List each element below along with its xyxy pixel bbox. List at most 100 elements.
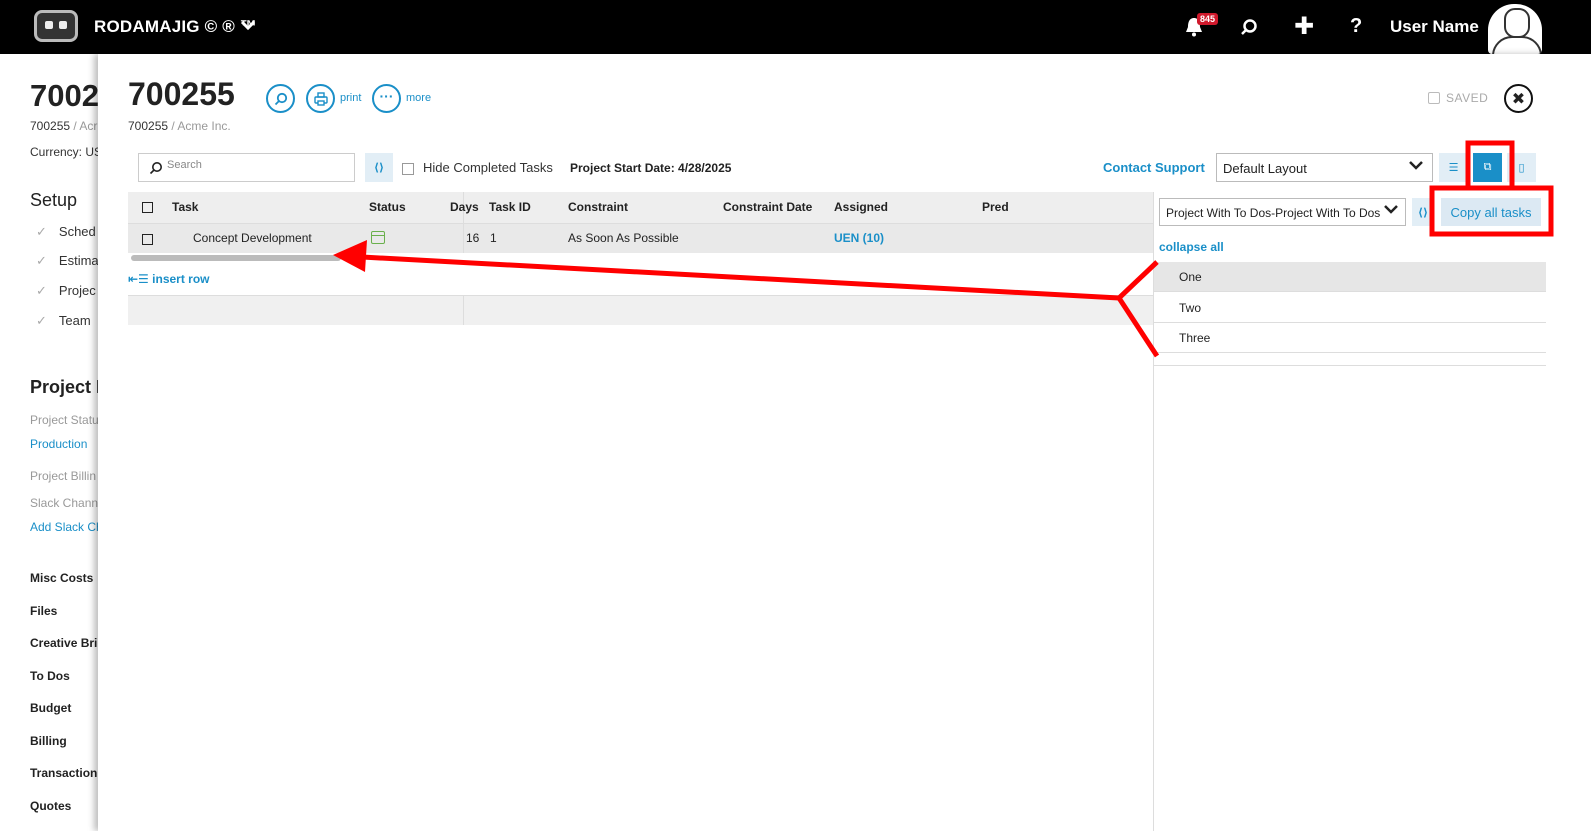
help-icon[interactable]: ? [1350,15,1362,38]
bg-project-billing-label: Project Billin [30,469,97,483]
top-bar: RODAMAJIG © ® ™ 845 ✚ ? User Name [0,0,1591,54]
refresh-icon: ⟨⟩ [1417,206,1429,219]
column-divider [463,296,464,325]
task-id: 1 [490,231,497,245]
hide-completed-label[interactable]: Hide Completed Tasks [423,160,553,175]
row-checkbox[interactable] [142,234,153,245]
project-start-date: Project Start Date: 4/28/2025 [570,161,732,175]
bg-setup-heading: Setup [30,190,78,210]
bg-nav-item[interactable]: Budget [30,701,71,715]
bg-setup-item[interactable]: ✓ Projec [36,283,96,299]
search-button[interactable] [266,84,295,113]
collapse-all-link[interactable]: collapse all [1159,240,1224,254]
bg-setup-item[interactable]: ✓ Sched [36,224,96,240]
bg-currency: Currency: US [30,145,103,159]
copy-tasks-panel: Project With To Dos-Project With To Dos … [1153,192,1546,831]
refresh-icon: ⟨⟩ [373,162,385,174]
column-header-status[interactable]: Status [369,200,406,214]
bg-page-title: 7002 [30,78,99,113]
table-header: Task Status Days Task ID Constraint Cons… [128,192,1158,223]
bg-project-status-value[interactable]: Production [30,437,87,451]
print-label[interactable]: print [340,92,361,104]
check-icon: ✓ [36,283,47,298]
app-logo-icon[interactable] [34,10,78,42]
template-select[interactable]: Project With To Dos-Project With To Dos [1159,198,1406,226]
bg-nav-item[interactable]: Creative Bri [30,636,97,650]
app-name[interactable]: RODAMAJIG © ® ™ [94,17,257,37]
hide-completed-checkbox[interactable] [402,163,414,175]
search-field[interactable] [138,153,355,182]
chevron-down-icon [1408,158,1424,174]
bg-nav-item[interactable]: Quotes [30,799,71,813]
calendar-icon[interactable] [371,231,385,244]
task-constraint[interactable]: As Soon As Possible [568,231,679,245]
column-header-task[interactable]: Task [172,200,198,214]
todo-item[interactable]: Two [1154,293,1546,323]
check-icon: ✓ [36,224,47,239]
more-button[interactable]: ··· [372,84,401,113]
horizontal-scrollbar[interactable] [131,255,341,261]
page-subtitle: 700255 / Acme Inc. [128,119,231,133]
table-footer [128,295,1158,325]
bg-nav-item[interactable]: Billing [30,734,67,748]
close-icon: ✖ [1511,90,1526,108]
avatar[interactable] [1488,4,1542,54]
layout-select[interactable]: Default Layout [1216,153,1433,182]
copy-tasks-toggle-button[interactable]: ⧉ [1473,153,1502,182]
bg-nav-item[interactable]: To Dos [30,669,70,683]
bg-slack-label: Slack Channe [30,496,105,510]
side-panel-toggle-button[interactable]: ▯ [1507,153,1536,182]
indent-icon: ☰ [1448,162,1459,174]
column-header-task-id[interactable]: Task ID [489,200,531,214]
bg-nav-item[interactable]: Files [30,604,57,618]
template-refresh-button[interactable]: ⟨⟩ [1412,198,1434,226]
close-button[interactable]: ✖ [1504,84,1533,113]
user-name[interactable]: User Name [1390,17,1479,37]
bg-nav-item[interactable]: Misc Costs [30,571,93,585]
column-header-constraint[interactable]: Constraint [568,200,628,214]
todo-list-end [1154,354,1546,366]
schedule-panel: 700255 700255 / Acme Inc. print ··· more… [98,54,1591,831]
contact-support-link[interactable]: Contact Support [1103,160,1205,175]
column-header-constraint-date[interactable]: Constraint Date [723,200,812,214]
notification-badge: 845 [1197,13,1219,25]
copy-icon: ⧉ [1483,161,1492,173]
bg-setup-item[interactable]: ✓ Team [36,313,91,329]
printer-icon [313,91,328,106]
todo-item[interactable]: Three [1154,323,1546,353]
bg-add-slack-link[interactable]: Add Slack Ch [30,520,103,534]
side-panel-icon: ▯ [1518,162,1525,174]
page-title: 700255 [128,76,235,112]
indent-button[interactable]: ☰ [1439,153,1468,182]
chevron-down-icon[interactable] [240,18,256,34]
save-icon [1428,92,1440,104]
column-header-assigned[interactable]: Assigned [834,200,888,214]
search-icon [149,162,162,175]
todo-item[interactable]: One [1154,262,1546,292]
task-assigned[interactable]: UEN (10) [834,231,884,245]
insert-row-icon: ⇤☰ [128,272,153,286]
check-icon: ✓ [36,253,47,268]
search-input[interactable] [167,159,347,171]
saved-status: SAVED [1428,91,1488,105]
bg-project-status-label: Project Statu [30,413,99,427]
template-select-value: Project With To Dos-Project With To Dos [1166,206,1381,220]
layout-select-value: Default Layout [1223,161,1307,176]
plus-icon[interactable]: ✚ [1294,12,1314,41]
more-label[interactable]: more [406,92,431,104]
insert-row-button[interactable]: ⇤☰ insert row [128,272,210,286]
column-header-pred[interactable]: Pred [982,200,1009,214]
print-button[interactable] [306,84,335,113]
task-name[interactable]: Concept Development [193,231,312,245]
copy-all-tasks-button[interactable]: Copy all tasks [1441,198,1541,226]
column-header-days[interactable]: Days [450,200,479,214]
search-icon[interactable] [1240,18,1258,41]
bg-nav-item[interactable]: Transaction [30,766,97,780]
chevron-down-icon [1383,202,1399,218]
more-dots-icon: ··· [379,87,394,104]
table-row[interactable]: Concept Development 16 1 As Soon As Poss… [128,223,1158,253]
task-days[interactable]: 16 [466,231,479,245]
bg-setup-item[interactable]: ✓ Estima [36,253,99,269]
select-all-checkbox[interactable] [142,202,153,213]
refresh-button[interactable]: ⟨⟩ [365,153,393,182]
